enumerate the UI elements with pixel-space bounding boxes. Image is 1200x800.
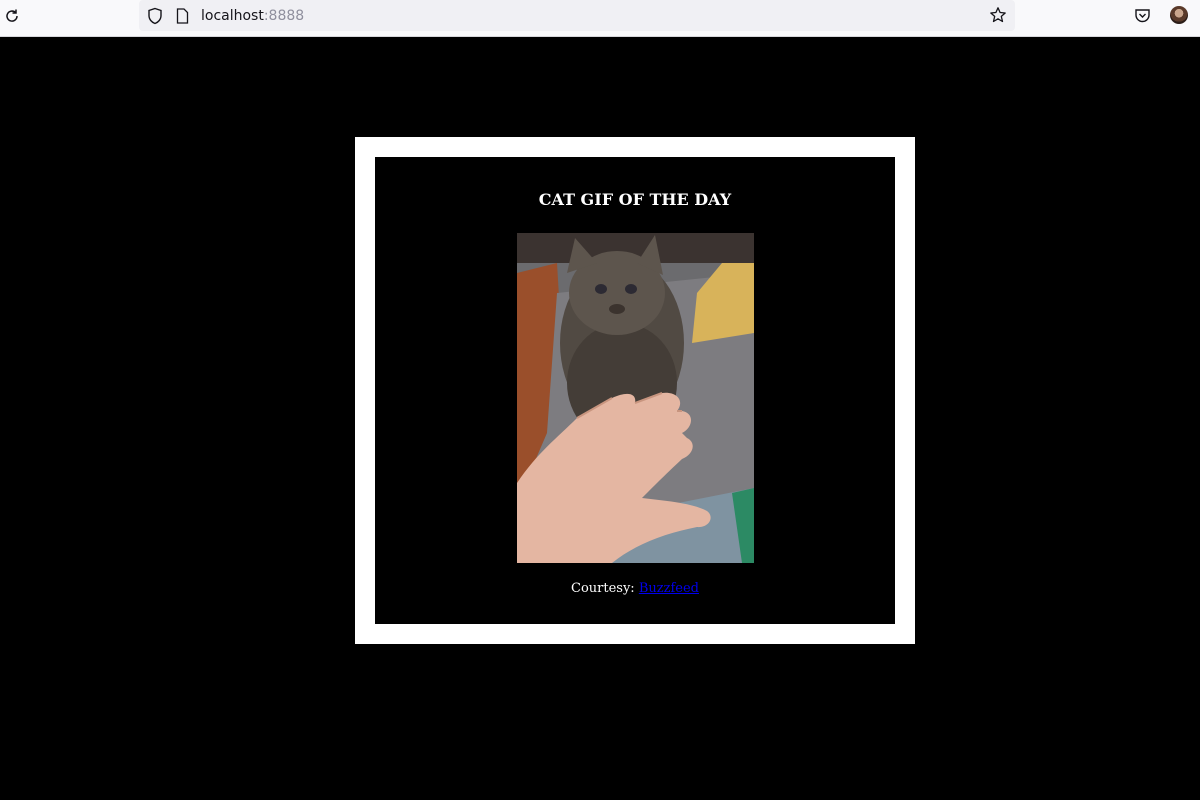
caption-prefix: Courtesy: [571, 581, 639, 596]
url-port: :8888 [263, 8, 305, 24]
page-icon [176, 8, 189, 24]
page-title: CAT GIF OF THE DAY [538, 190, 732, 209]
url-host: localhost [201, 8, 264, 24]
white-frame: CAT GIF OF THE DAY Courtesy: Buzzfeed [355, 137, 915, 644]
caption: Courtesy: Buzzfeed [375, 579, 895, 599]
avatar[interactable] [1170, 6, 1188, 24]
content-card: CAT GIF OF THE DAY Courtesy: Buzzfeed [375, 157, 895, 624]
star-icon[interactable] [989, 6, 1007, 24]
reload-icon[interactable] [3, 7, 21, 25]
browser-toolbar: localhost:8888 [0, 0, 1200, 37]
cat-gif-image [517, 233, 754, 563]
pocket-icon[interactable] [1134, 7, 1151, 24]
shield-icon[interactable] [147, 7, 163, 25]
url-text[interactable]: localhost:8888 [201, 6, 304, 26]
buzzfeed-link[interactable]: Buzzfeed [639, 581, 699, 596]
